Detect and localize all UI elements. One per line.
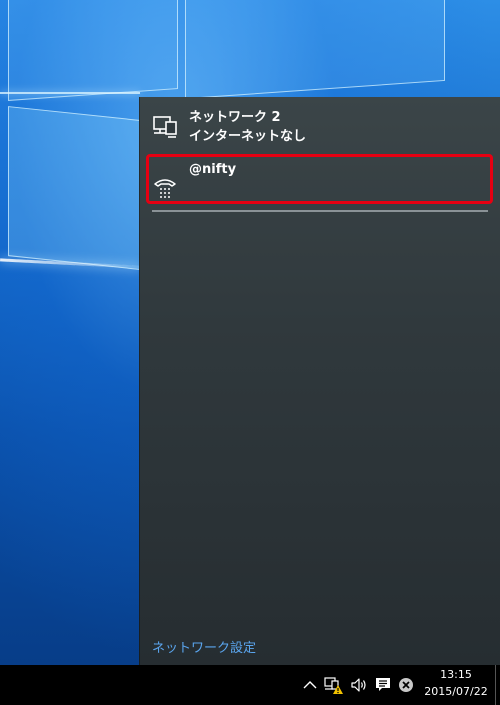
- network-status: インターネットなし: [189, 129, 307, 144]
- wallpaper-window-pane: [8, 0, 178, 101]
- action-center-icon[interactable]: [373, 675, 393, 695]
- volume-icon[interactable]: [349, 675, 369, 695]
- network-item-ethernet[interactable]: ネットワーク 2 インターネットなし: [140, 97, 500, 149]
- wallpaper-light-beam: [0, 92, 140, 94]
- network-settings-link[interactable]: ネットワーク設定: [152, 637, 256, 656]
- network-flyout: ネットワーク 2 インターネットなし @nifty ネットワーク設定: [139, 97, 500, 665]
- ethernet-icon: [152, 114, 178, 140]
- wallpaper-window-pane: [185, 0, 445, 100]
- dialup-icon: [152, 173, 178, 199]
- chevron-up-icon[interactable]: [300, 675, 320, 695]
- divider: [152, 210, 488, 212]
- clock-date[interactable]: 2015/07/22: [420, 685, 492, 698]
- close-circle-icon[interactable]: [396, 675, 416, 695]
- network-item-nifty[interactable]: @nifty: [140, 153, 500, 203]
- network-name: @nifty: [189, 162, 237, 177]
- taskbar: 13:15 2015/07/22: [0, 665, 500, 705]
- clock-time[interactable]: 13:15: [420, 668, 492, 681]
- show-desktop-button[interactable]: [495, 665, 500, 705]
- network-warning-icon[interactable]: [323, 675, 343, 695]
- network-name: ネットワーク 2: [189, 110, 281, 125]
